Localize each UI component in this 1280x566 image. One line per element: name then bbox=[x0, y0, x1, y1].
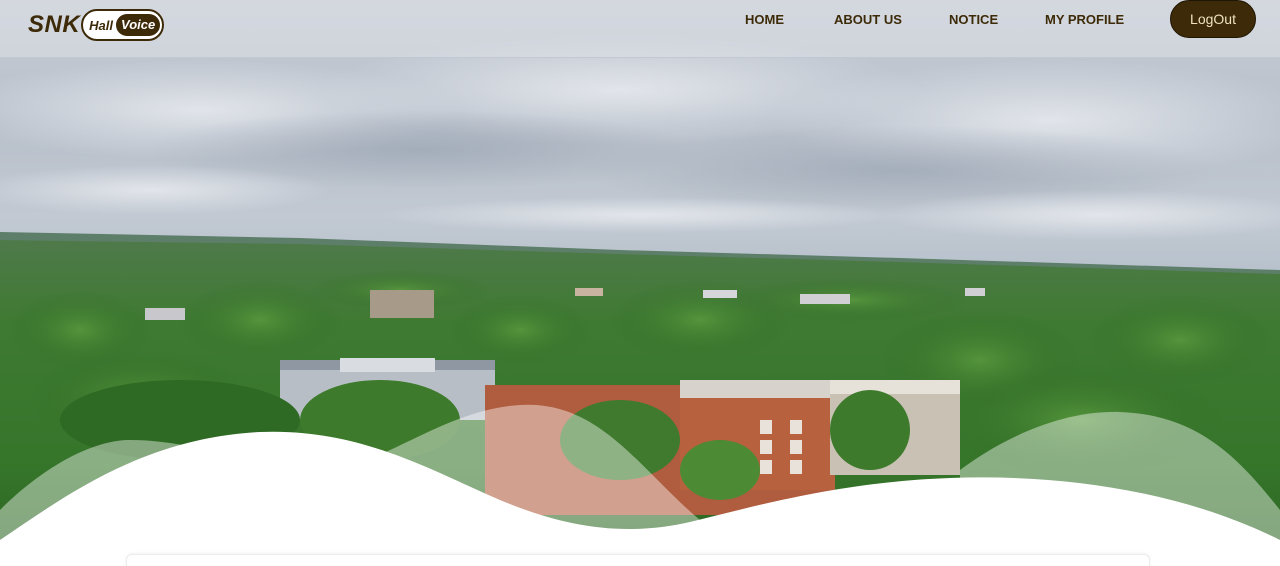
nav-about-us-link[interactable]: ABOUT US bbox=[834, 12, 902, 27]
nav-notice-link[interactable]: NOTICE bbox=[949, 12, 998, 27]
hero-aerial-photo bbox=[0, 0, 1280, 566]
nav-my-profile-link[interactable]: MY PROFILE bbox=[1045, 12, 1124, 27]
content-card bbox=[126, 554, 1150, 566]
page: SNK Hall Voice HOME ABOUT US NOTICE MY P… bbox=[0, 0, 1280, 566]
logout-button[interactable]: LogOut bbox=[1170, 0, 1256, 38]
nav-home-link[interactable]: HOME bbox=[745, 12, 784, 27]
nav-menu: HOME ABOUT US NOTICE MY PROFILE LogOut bbox=[0, 0, 1280, 38]
hero-banner bbox=[0, 0, 1280, 566]
